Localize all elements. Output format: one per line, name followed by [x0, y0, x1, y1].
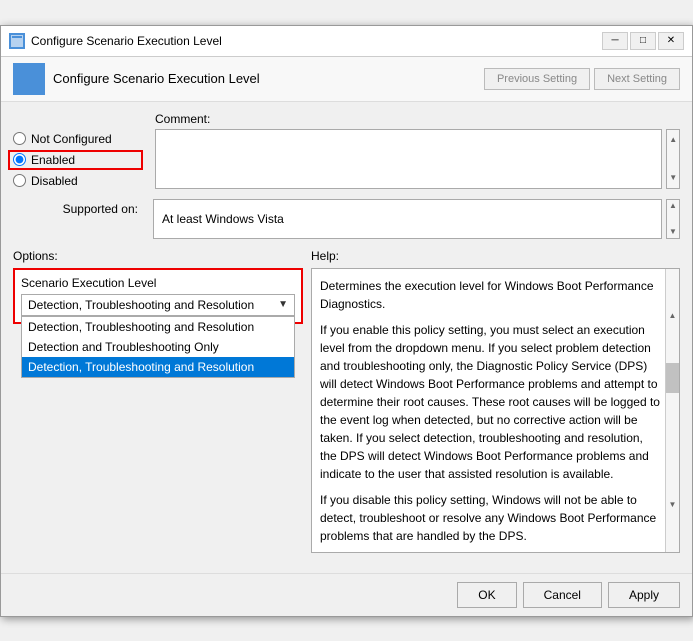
- comment-scroll-up[interactable]: ▲: [667, 130, 679, 149]
- scenario-title: Scenario Execution Level: [21, 276, 295, 290]
- dropdown-selected[interactable]: Detection, Troubleshooting and Resolutio…: [21, 294, 295, 316]
- dropdown-item-0[interactable]: Detection, Troubleshooting and Resolutio…: [22, 317, 294, 337]
- prev-setting-button[interactable]: Previous Setting: [484, 68, 590, 90]
- dialog-icon: [9, 33, 25, 49]
- ok-button[interactable]: OK: [457, 582, 516, 608]
- help-para-0: Determines the execution level for Windo…: [320, 277, 661, 313]
- minimize-button[interactable]: ─: [602, 32, 628, 50]
- help-scroll-thumb[interactable]: [666, 363, 679, 393]
- comment-label: Comment:: [155, 112, 680, 126]
- apply-button[interactable]: Apply: [608, 582, 680, 608]
- help-panel: Help: Determines the execution level for…: [311, 249, 680, 553]
- dropdown-arrow-icon: ▼: [278, 299, 288, 310]
- dropdown-item-2[interactable]: Detection, Troubleshooting and Resolutio…: [22, 357, 294, 377]
- dropdown-item-1[interactable]: Detection and Troubleshooting Only: [22, 337, 294, 357]
- not-configured-label: Not Configured: [31, 132, 112, 146]
- close-button[interactable]: ✕: [658, 32, 684, 50]
- help-scrollbar: ▲ ▼: [665, 269, 679, 552]
- dialog-content: Not Configured Enabled Disabled Comment:…: [1, 102, 692, 573]
- comment-input[interactable]: [155, 129, 662, 189]
- dialog-title: Configure Scenario Execution Level: [31, 34, 222, 48]
- next-setting-button[interactable]: Next Setting: [594, 68, 680, 90]
- supported-scroll-up[interactable]: ▲: [667, 200, 679, 213]
- header-title: Configure Scenario Execution Level: [53, 71, 476, 86]
- enabled-label: Enabled: [31, 153, 75, 167]
- help-content: Determines the execution level for Windo…: [312, 269, 665, 552]
- disabled-radio[interactable]: [13, 174, 26, 187]
- help-para-2: If you disable this policy setting, Wind…: [320, 491, 661, 545]
- dropdown-selected-text: Detection, Troubleshooting and Resolutio…: [28, 298, 254, 312]
- not-configured-radio[interactable]: [13, 132, 26, 145]
- enabled-radio[interactable]: [13, 153, 26, 166]
- header-icon: [13, 63, 45, 95]
- options-label: Options:: [13, 249, 303, 263]
- maximize-button[interactable]: □: [630, 32, 656, 50]
- comment-scroll-down[interactable]: ▼: [667, 168, 679, 187]
- supported-section: Supported on: At least Windows Vista ▲ ▼: [13, 199, 680, 239]
- enabled-option[interactable]: Enabled: [8, 150, 143, 170]
- title-bar-left: Configure Scenario Execution Level: [9, 33, 222, 49]
- dialog-window: Configure Scenario Execution Level ─ □ ✕…: [0, 25, 693, 617]
- comment-section: Comment: ▲ ▼: [155, 112, 680, 189]
- help-scroll-down[interactable]: ▼: [666, 457, 679, 551]
- header-bar: Configure Scenario Execution Level Previ…: [1, 57, 692, 102]
- options-panel: Options: Scenario Execution Level Detect…: [13, 249, 303, 553]
- radio-group: Not Configured Enabled Disabled: [13, 112, 143, 189]
- title-controls: ─ □ ✕: [602, 32, 684, 50]
- disabled-label: Disabled: [31, 174, 78, 188]
- supported-label: Supported on:: [13, 199, 143, 216]
- help-para-1: If you enable this policy setting, you m…: [320, 321, 661, 483]
- top-section: Not Configured Enabled Disabled Comment:…: [13, 112, 680, 189]
- disabled-option[interactable]: Disabled: [13, 174, 143, 188]
- main-panels: Options: Scenario Execution Level Detect…: [13, 249, 680, 553]
- dropdown-container: Detection, Troubleshooting and Resolutio…: [21, 294, 295, 316]
- help-scroll-up[interactable]: ▲: [666, 269, 679, 363]
- scenario-box: Scenario Execution Level Detection, Trou…: [13, 268, 303, 324]
- dialog-footer: OK Cancel Apply: [1, 573, 692, 616]
- header-buttons: Previous Setting Next Setting: [484, 68, 680, 90]
- supported-scroll-down[interactable]: ▼: [667, 225, 679, 238]
- dropdown-list: Detection, Troubleshooting and Resolutio…: [21, 316, 295, 378]
- help-label: Help:: [311, 249, 680, 263]
- supported-value: At least Windows Vista: [153, 199, 662, 239]
- title-bar: Configure Scenario Execution Level ─ □ ✕: [1, 26, 692, 57]
- not-configured-option[interactable]: Not Configured: [13, 132, 143, 146]
- cancel-button[interactable]: Cancel: [523, 582, 602, 608]
